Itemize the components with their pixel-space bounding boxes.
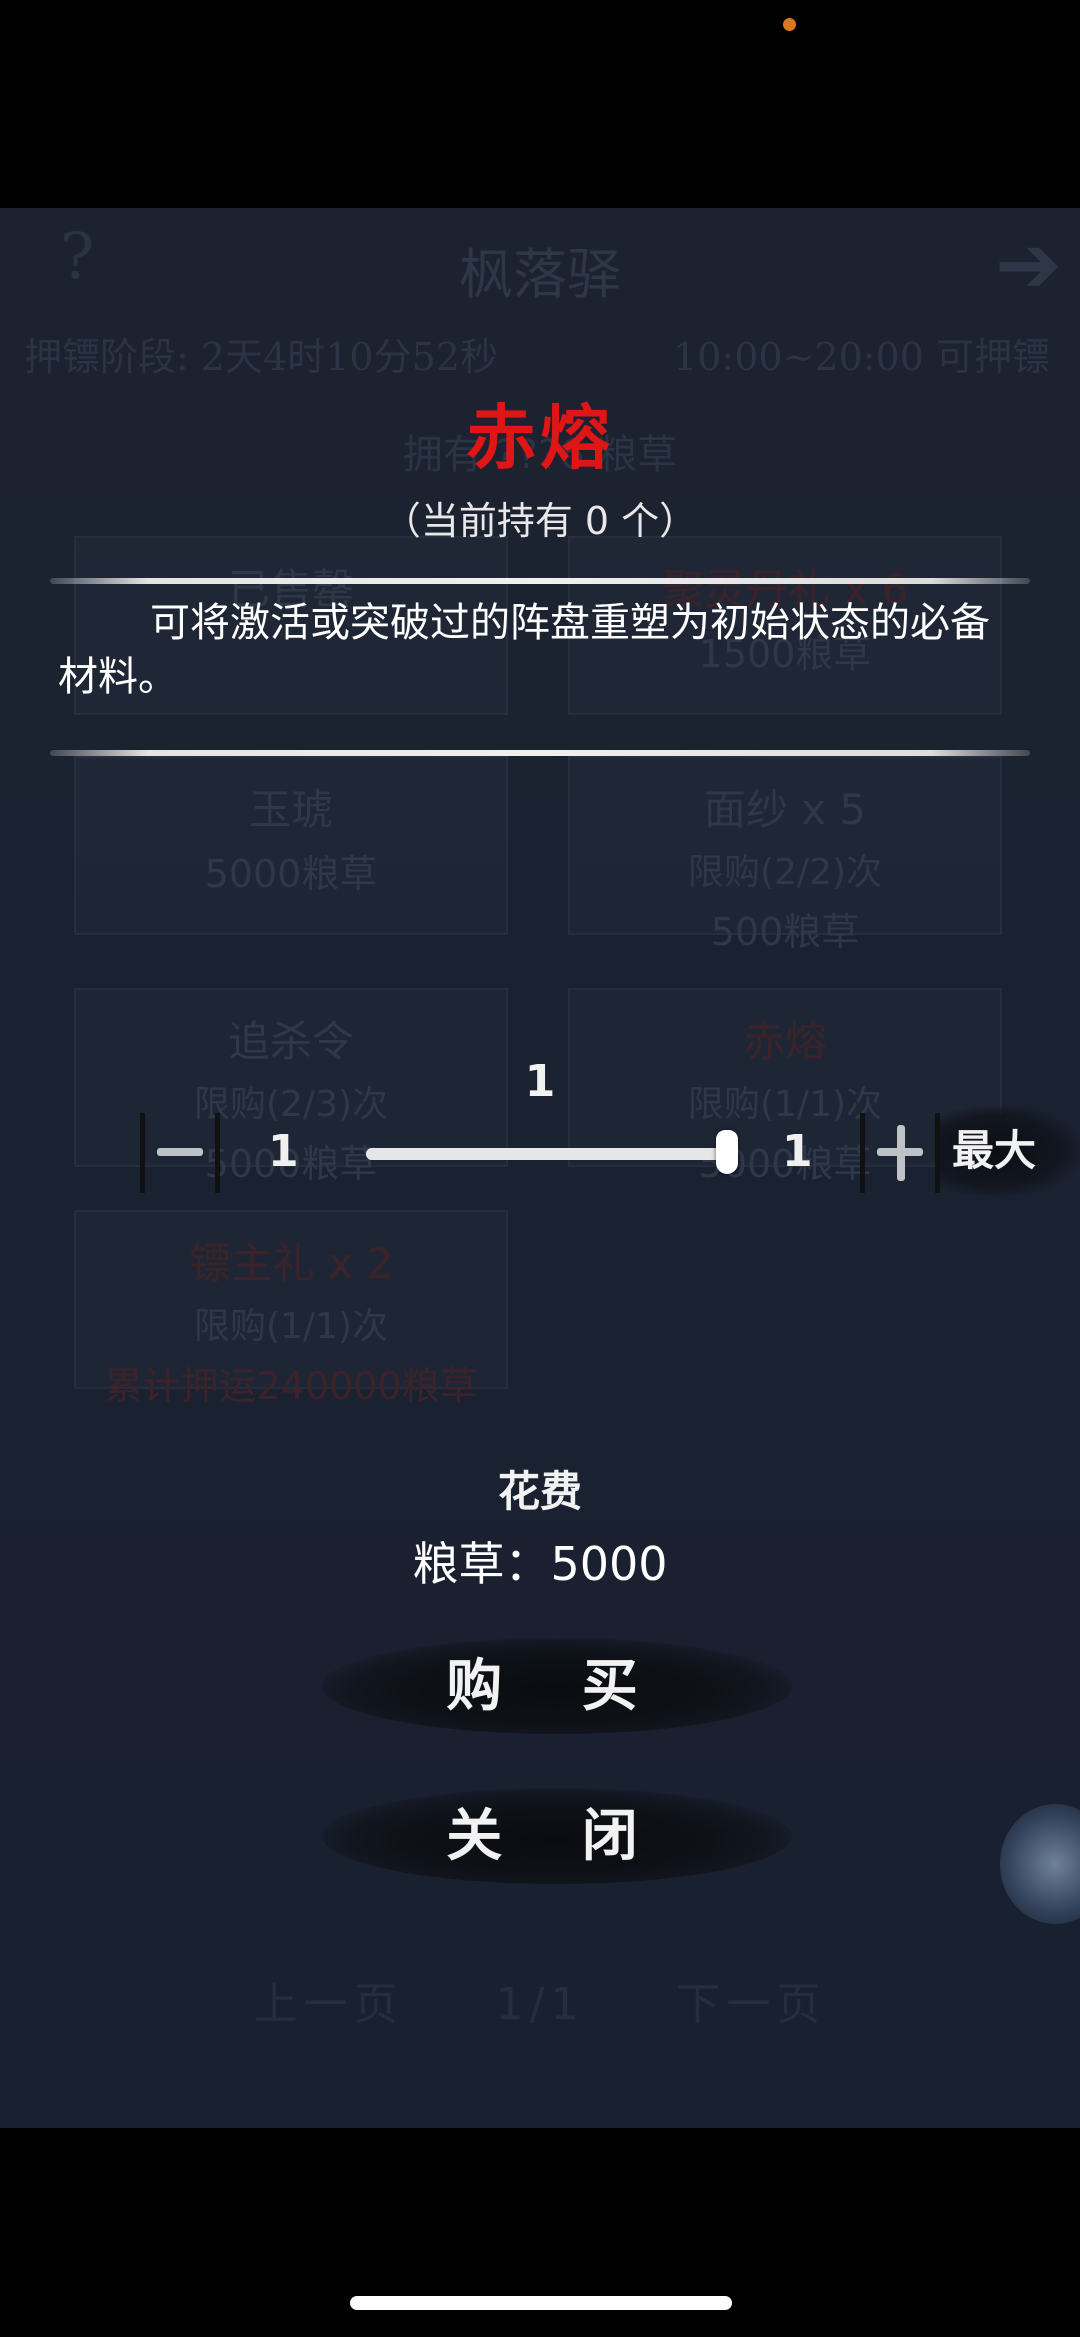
item-description: 可将激活或突破过的阵盘重塑为初始状态的必备材料。 xyxy=(58,600,990,700)
slider-max-label: 1 xyxy=(782,1126,813,1177)
camera-indicator-dot xyxy=(783,18,796,31)
buy-button[interactable]: 购 买 xyxy=(322,1638,792,1734)
slider-fill xyxy=(366,1148,738,1160)
divider-top xyxy=(50,578,1030,584)
quantity-value: 1 xyxy=(524,1056,556,1107)
quantity-slider[interactable] xyxy=(366,1148,738,1160)
max-button[interactable]: 最大 xyxy=(940,1106,1080,1196)
home-indicator[interactable] xyxy=(350,2296,732,2310)
cost-title: 花费 xyxy=(497,1467,582,1516)
slider-thumb[interactable] xyxy=(716,1130,738,1174)
divider-bottom xyxy=(50,750,1030,756)
close-button[interactable]: 关 闭 xyxy=(322,1788,792,1884)
phone-screen: ? 枫落驿 ➔ 押镖阶段: 2天4时10分52秒 10:00~20:00 可押镖… xyxy=(0,0,1080,2337)
item-name: 赤熔 xyxy=(466,396,614,479)
purchase-dialog: 赤熔 （当前持有 0 个） 可将激活或突破过的阵盘重塑为初始状态的必备材料。 1… xyxy=(0,208,1080,2128)
decrease-button[interactable] xyxy=(140,1113,220,1193)
slider-min-label: 1 xyxy=(268,1126,299,1177)
game-area: ? 枫落驿 ➔ 押镖阶段: 2天4时10分52秒 10:00~20:00 可押镖… xyxy=(0,208,1080,2128)
minus-icon xyxy=(157,1148,203,1156)
increase-button[interactable] xyxy=(860,1113,940,1193)
cost-amount: 粮草：5000 xyxy=(412,1537,668,1591)
held-count: （当前持有 0 个） xyxy=(382,499,698,543)
